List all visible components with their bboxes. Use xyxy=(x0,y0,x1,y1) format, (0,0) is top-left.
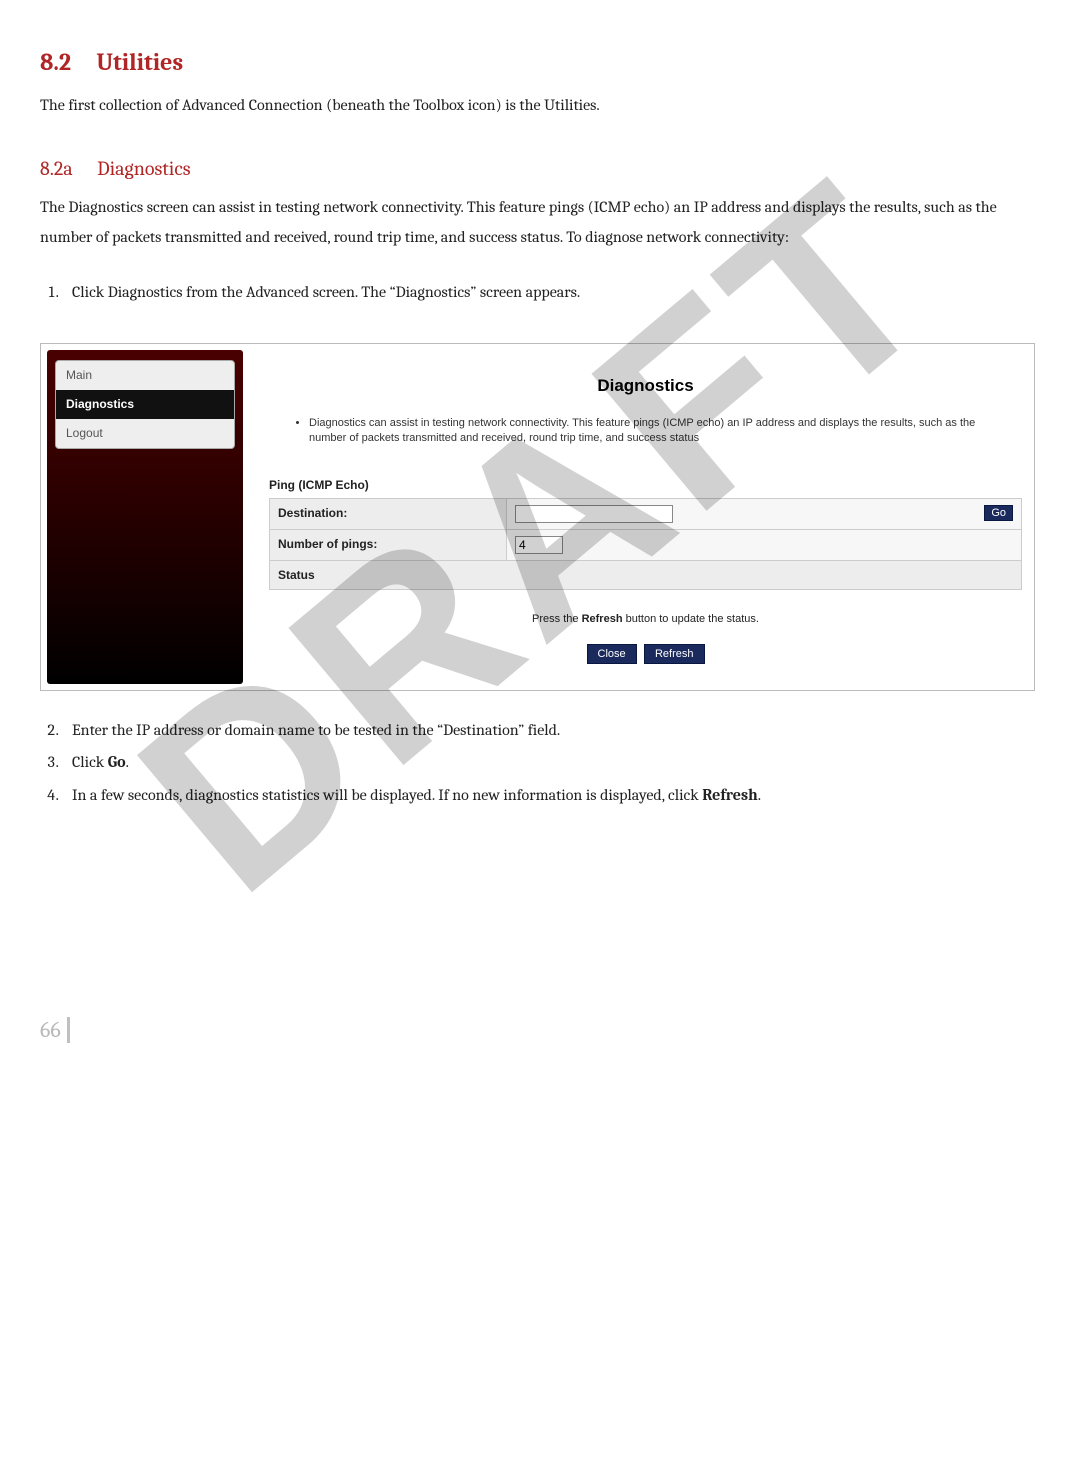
step-3: Click Go. xyxy=(62,747,1035,777)
step-4-pre: In a few seconds, diagnostics statistics… xyxy=(72,786,702,804)
go-button[interactable]: Go xyxy=(984,505,1013,521)
section-number: 8.2 xyxy=(40,48,71,76)
refresh-note-post: button to update the status. xyxy=(623,613,759,625)
sidebar-card: Main Diagnostics Logout xyxy=(55,360,235,448)
page-number-block: 66 xyxy=(40,1010,1035,1052)
subsection-intro: The Diagnostics screen can assist in tes… xyxy=(40,192,1035,253)
page-number-bar-icon xyxy=(67,1017,70,1043)
refresh-note-pre: Press the xyxy=(532,613,582,625)
pings-input[interactable] xyxy=(515,536,563,554)
diagnostics-screenshot: Main Diagnostics Logout Diagnostics Diag… xyxy=(40,343,1035,691)
page-number: 66 xyxy=(40,1017,61,1043)
panel-description-list: Diagnostics can assist in testing networ… xyxy=(309,416,1012,447)
section-heading: 8.2 Utilities xyxy=(40,40,1035,86)
status-label: Status xyxy=(270,560,1022,590)
pings-label: Number of pings: xyxy=(270,529,507,560)
destination-cell: Go xyxy=(507,498,1022,529)
close-button[interactable]: Close xyxy=(587,644,637,664)
step-3-pre: Click xyxy=(72,753,108,771)
refresh-note-bold: Refresh xyxy=(582,613,623,625)
steps-after-screenshot: Enter the IP address or domain name to b… xyxy=(40,715,1035,810)
sidebar: Main Diagnostics Logout xyxy=(47,350,243,684)
row-status: Status xyxy=(270,560,1022,590)
step-1: Click Diagnostics from the Advanced scre… xyxy=(62,277,1035,307)
panel-description: Diagnostics can assist in testing networ… xyxy=(309,416,1012,447)
section-intro: The first collection of Advanced Connect… xyxy=(40,90,1035,120)
pings-cell xyxy=(507,529,1022,560)
step-2-text: Enter the IP address or domain name to b… xyxy=(72,721,560,739)
destination-label: Destination: xyxy=(270,498,507,529)
subsection-heading: 8.2a Diagnostics xyxy=(40,150,1035,188)
section-title: Utilities xyxy=(96,48,183,76)
diagnostics-panel: Diagnostics Diagnostics can assist in te… xyxy=(243,350,1028,684)
row-destination: Destination: Go xyxy=(270,498,1022,529)
step-4-bold: Refresh xyxy=(702,786,757,804)
subsection-title: Diagnostics xyxy=(97,157,191,180)
refresh-button[interactable]: Refresh xyxy=(644,644,705,664)
steps-before-screenshot: Click Diagnostics from the Advanced scre… xyxy=(40,277,1035,307)
refresh-note: Press the Refresh button to update the s… xyxy=(269,612,1022,627)
form-title: Ping (ICMP Echo) xyxy=(269,477,1022,494)
destination-input[interactable] xyxy=(515,505,673,523)
step-4-post: . xyxy=(758,786,761,804)
step-3-bold: Go xyxy=(108,753,126,771)
step-3-post: . xyxy=(126,753,129,771)
sidebar-item-logout[interactable]: Logout xyxy=(56,419,234,448)
row-number-of-pings: Number of pings: xyxy=(270,529,1022,560)
step-4: In a few seconds, diagnostics statistics… xyxy=(62,780,1035,810)
panel-button-row: Close Refresh xyxy=(269,644,1022,664)
subsection-number: 8.2a xyxy=(40,157,73,180)
sidebar-item-main[interactable]: Main xyxy=(56,361,234,390)
panel-heading: Diagnostics xyxy=(269,374,1022,398)
ping-form: Destination: Go Number of pings: Status xyxy=(269,498,1022,591)
step-2: Enter the IP address or domain name to b… xyxy=(62,715,1035,745)
sidebar-item-diagnostics[interactable]: Diagnostics xyxy=(56,390,234,419)
